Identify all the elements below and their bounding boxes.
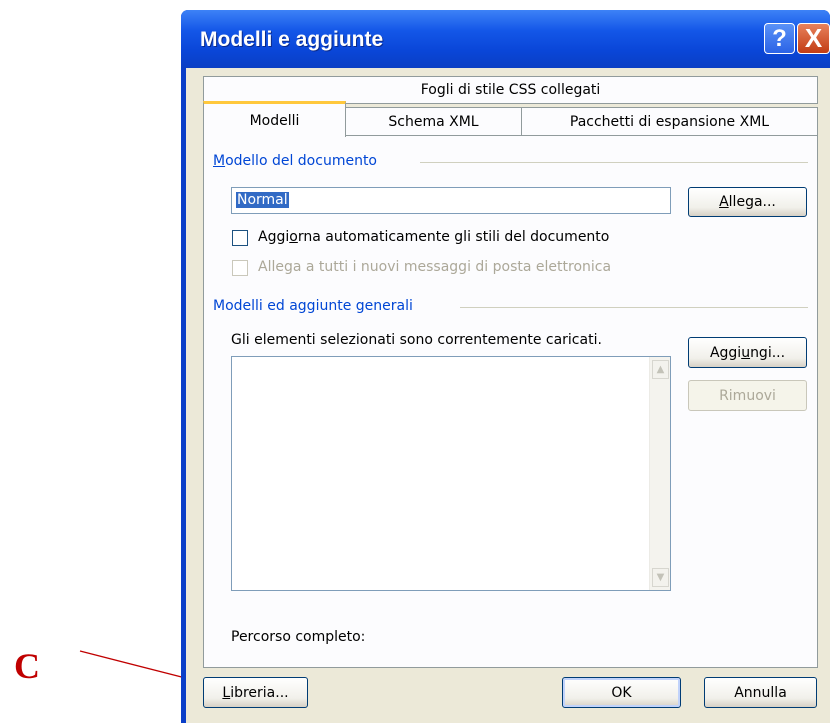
group-label-modello-documento: Modello del documento xyxy=(213,153,383,169)
remove-button-label: Rimuovi xyxy=(719,387,776,404)
loaded-items-description: Gli elementi selezionati sono correnteme… xyxy=(231,332,602,348)
attach-all-checkbox[interactable] xyxy=(232,260,248,276)
tab-label: Schema XML xyxy=(388,113,479,130)
template-name-field[interactable]: Normal xyxy=(231,187,671,214)
tab-pacchetti-espansione[interactable]: Pacchetti di espansione XML xyxy=(521,107,818,136)
tab-modelli[interactable]: Modelli xyxy=(203,101,346,137)
group-label-modelli-generali: Modelli ed aggiunte generali xyxy=(213,298,419,314)
remove-button[interactable]: Rimuovi xyxy=(688,380,807,411)
full-path-label: Percorso completo: xyxy=(231,629,366,645)
cancel-button[interactable]: Annulla xyxy=(704,677,817,708)
library-button[interactable]: Libreria... xyxy=(203,677,308,708)
group-divider xyxy=(460,307,808,308)
scroll-up-icon[interactable]: ▲ xyxy=(652,360,669,379)
attach-button-label: Allega... xyxy=(719,194,776,210)
attach-button[interactable]: Allega... xyxy=(688,187,807,217)
tab-label: Fogli di stile CSS collegati xyxy=(420,82,601,98)
auto-update-checkbox[interactable] xyxy=(232,230,248,246)
group-divider xyxy=(420,162,808,163)
add-button[interactable]: Aggiungi... xyxy=(688,337,807,368)
global-templates-list[interactable]: ▲ ▼ xyxy=(231,356,671,591)
tab-fogli-di-stile[interactable]: Fogli di stile CSS collegati xyxy=(203,76,818,104)
auto-update-label: Aggiorna automaticamente gli stili del d… xyxy=(258,229,610,245)
tab-label: Pacchetti di espansione XML xyxy=(569,113,770,130)
template-name-value: Normal xyxy=(236,192,289,208)
attach-all-label: Allega a tutti i nuovi messaggi di posta… xyxy=(258,259,612,275)
ok-button-label: OK xyxy=(611,684,632,701)
cancel-button-label: Annulla xyxy=(734,684,787,701)
help-icon[interactable]: ? xyxy=(764,23,795,54)
library-button-label: Libreria... xyxy=(222,684,289,701)
tab-schema-xml[interactable]: Schema XML xyxy=(345,107,522,136)
close-icon[interactable]: X xyxy=(797,23,830,54)
window-title: Modelli e aggiunte xyxy=(200,28,384,51)
add-button-label: Aggiungi... xyxy=(709,344,786,361)
ok-button[interactable]: OK xyxy=(562,677,681,708)
scroll-down-icon[interactable]: ▼ xyxy=(652,568,669,587)
list-scrollbar[interactable]: ▲ ▼ xyxy=(649,357,670,590)
tab-label: Modelli xyxy=(249,112,300,129)
